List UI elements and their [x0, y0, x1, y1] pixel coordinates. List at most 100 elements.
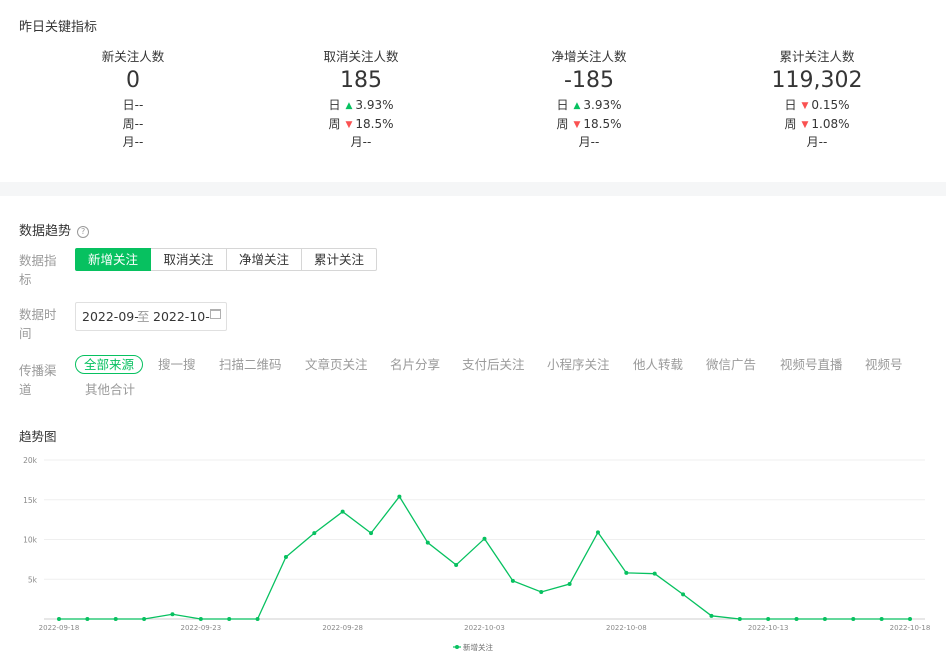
calendar-icon[interactable]	[210, 309, 221, 319]
kpi-value: 119,302	[771, 68, 863, 93]
kpi-value: -185	[564, 68, 614, 93]
series-line	[59, 495, 910, 620]
data-point	[340, 509, 345, 514]
date-start[interactable]: 2022-09-	[82, 303, 139, 330]
arrow-down-icon: ▼	[801, 101, 809, 111]
kpi-week-prefix: 周	[328, 116, 341, 131]
x-tick-label: 2022-09-23	[180, 624, 221, 632]
data-point	[397, 494, 402, 499]
question-circle-icon[interactable]: ?	[77, 226, 90, 238]
kpi-value: 185	[340, 68, 382, 93]
kpi-week: 周--	[122, 116, 144, 131]
channel-qrcode[interactable]: 扫描二维码	[219, 356, 282, 374]
channel-label: 传播渠道	[19, 363, 57, 397]
data-point	[198, 617, 203, 621]
kpi-month: 月--	[806, 135, 828, 149]
kpi-week-value: 18.5%	[355, 116, 394, 131]
metric-button-new[interactable]: 新增关注	[75, 248, 151, 271]
x-tick-label: 2022-09-28	[322, 624, 363, 632]
data-point	[57, 617, 61, 621]
channel-all[interactable]: 全部来源	[75, 355, 144, 374]
data-point	[539, 589, 544, 594]
kpi-week: 周 ▼ 18.5%	[261, 115, 461, 134]
date-range-picker[interactable]: 2022-09- 至 2022-10-	[75, 302, 227, 331]
kpi-week: 周 ▼ 18.5%	[489, 115, 689, 134]
legend-swatch-dot	[455, 645, 459, 649]
kpi-day: 日 ▲ 3.93%	[261, 96, 461, 115]
kpi-unfollow: 取消关注人数 185 日 ▲ 3.93% 周 ▼ 18.5% 月--	[261, 48, 461, 152]
channel-channels[interactable]: 视频号	[865, 356, 903, 374]
kpi-value: 0	[126, 68, 140, 93]
channel-search[interactable]: 搜一搜	[158, 356, 196, 374]
date-end[interactable]: 2022-10-	[153, 303, 210, 330]
x-tick-label: 2022-10-13	[748, 624, 789, 632]
kpi-day-value: 3.93%	[355, 98, 394, 112]
metric-button-unfollow[interactable]: 取消关注	[151, 248, 227, 271]
kpi-week-prefix: 周	[784, 116, 797, 131]
y-tick-label: 10k	[23, 536, 38, 545]
data-point	[482, 536, 487, 541]
kpi-new-followers: 新关注人数 0 日-- 周-- 月--	[33, 48, 233, 152]
kpi-net-followers: 净增关注人数 -185 日 ▲ 3.93% 周 ▼ 18.5% 月--	[489, 48, 689, 152]
data-point	[425, 540, 430, 545]
data-point	[851, 617, 856, 621]
metric-button-total[interactable]: 累计关注	[302, 248, 377, 271]
trend-title-text: 数据趋势	[19, 224, 72, 239]
kpi-day: 日 ▲ 3.93%	[489, 96, 689, 115]
data-point	[908, 617, 912, 621]
data-point	[624, 570, 629, 575]
data-point	[142, 617, 147, 621]
kpi-week-prefix: 周	[556, 116, 569, 131]
data-point	[681, 592, 686, 597]
data-point	[595, 530, 600, 535]
y-tick-label: 15k	[23, 496, 38, 505]
kpi-label: 累计关注人数	[779, 49, 855, 64]
kpi-week: 周 ▼ 1.08%	[717, 115, 917, 134]
data-point	[567, 582, 572, 587]
data-point	[879, 617, 884, 621]
chart-grid	[44, 459, 925, 580]
channel-wechat-ads[interactable]: 微信广告	[706, 356, 756, 374]
kpi-label: 新关注人数	[101, 49, 165, 64]
kpi-label: 净增关注人数	[551, 49, 627, 64]
data-point	[822, 617, 827, 621]
channel-mini-program[interactable]: 小程序关注	[547, 356, 610, 374]
kpi-day-prefix: 日	[784, 98, 797, 112]
date-separator: 至	[137, 309, 150, 324]
kpi-day-prefix: 日	[328, 98, 341, 112]
legend-label: 新增关注	[463, 642, 493, 652]
chart-series	[57, 494, 912, 621]
channel-after-payment[interactable]: 支付后关注	[462, 356, 525, 374]
chart-legend: 新增关注	[453, 642, 493, 652]
channel-card-share[interactable]: 名片分享	[390, 356, 440, 374]
data-point	[737, 617, 742, 621]
data-point	[652, 571, 657, 576]
channel-other[interactable]: 其他合计	[85, 381, 135, 399]
channel-article[interactable]: 文章页关注	[305, 356, 368, 374]
kpi-month: 月--	[122, 135, 144, 149]
x-tick-label: 2022-10-03	[464, 624, 505, 632]
section-divider	[0, 182, 946, 196]
data-point	[312, 531, 317, 536]
data-point	[255, 617, 260, 621]
kpi-day-prefix: 日	[556, 98, 569, 112]
summary-title: 昨日关键指标	[19, 20, 98, 35]
kpi-day-value: 0.15%	[811, 98, 850, 112]
data-point	[227, 617, 232, 621]
chart-axis: 5k 10k 15k 20k 2022-09-18 2022-09-23 2022-09-2…	[23, 456, 930, 632]
data-point	[709, 613, 714, 618]
y-tick-label: 20k	[23, 456, 38, 465]
data-point	[170, 612, 175, 617]
channel-channels-live[interactable]: 视频号直播	[780, 356, 843, 374]
kpi-week-value: 18.5%	[583, 116, 622, 131]
y-tick-label: 5k	[28, 575, 38, 584]
trend-title: 数据趋势 ?	[19, 220, 90, 239]
arrow-down-icon: ▼	[801, 119, 809, 130]
kpi-day-value: 3.93%	[583, 98, 622, 112]
metric-button-net[interactable]: 净增关注	[227, 248, 302, 271]
channel-repost[interactable]: 他人转载	[633, 356, 683, 374]
kpi-day: 日--	[122, 98, 144, 112]
x-tick-label: 2022-09-18	[39, 624, 80, 632]
data-point	[85, 617, 90, 621]
metric-label: 数据指标	[19, 253, 57, 287]
